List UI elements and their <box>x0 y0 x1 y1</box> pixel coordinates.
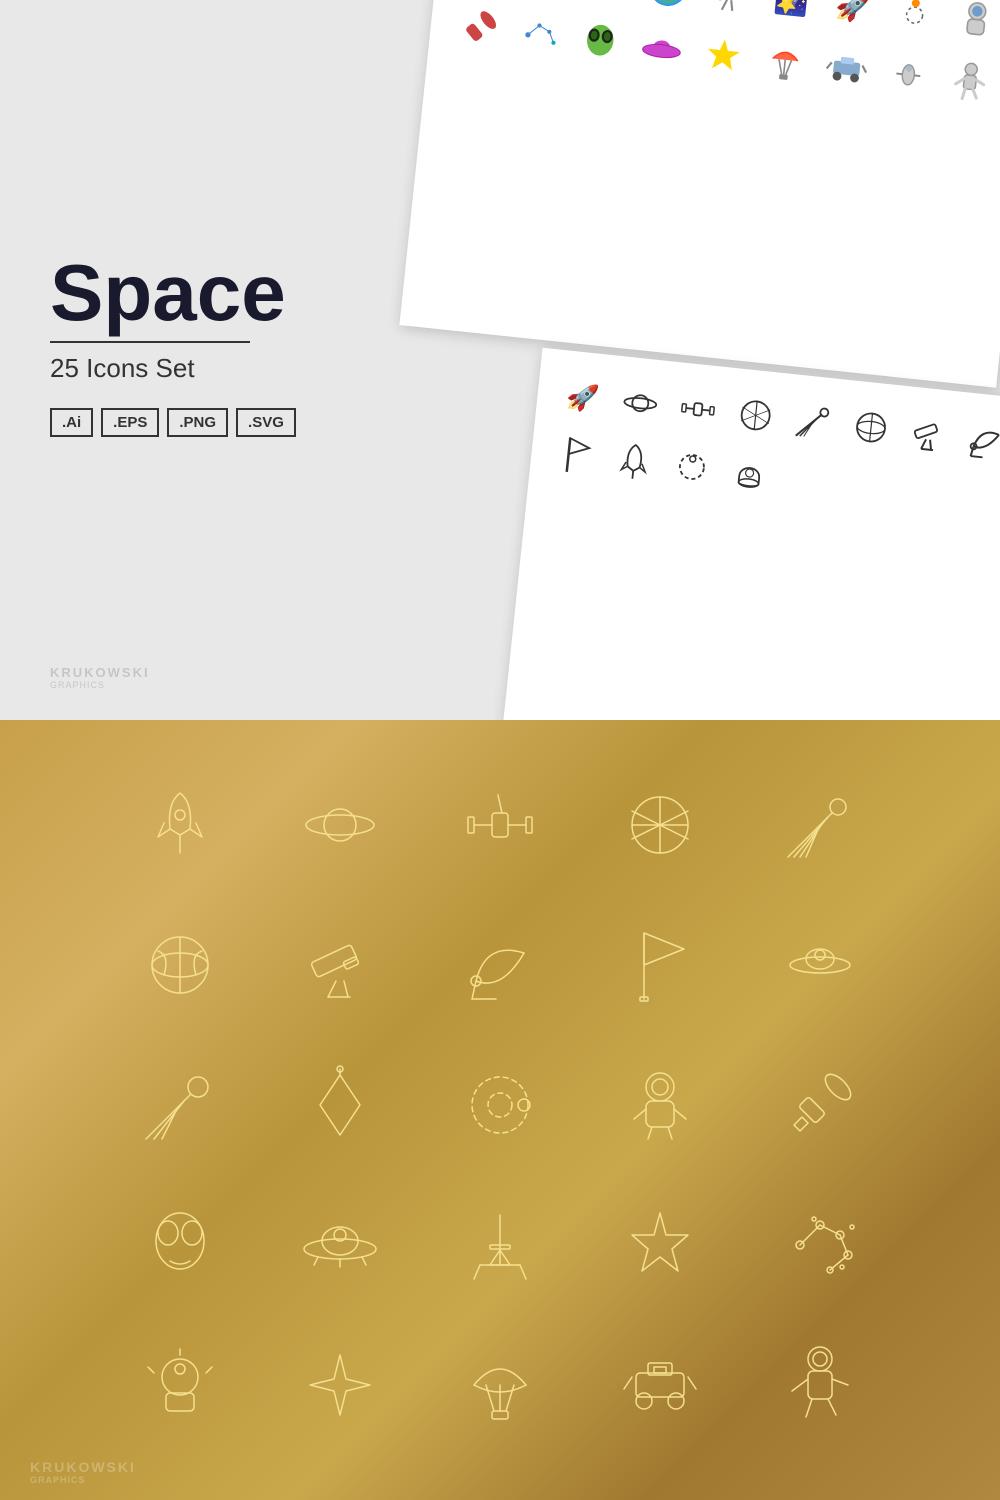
icon-comet: 🌠 <box>763 0 820 29</box>
icon-rocket-colored: 🚀 <box>825 0 882 35</box>
outline-sun-dashed <box>664 440 719 495</box>
icon-constellation <box>510 7 567 64</box>
icon-astronaut-suit <box>948 0 1000 48</box>
icon-astronaut-walk <box>941 53 998 110</box>
format-ai: .Ai <box>50 408 93 437</box>
gold-rocket <box>105 760 255 890</box>
gold-probe2 <box>105 1320 255 1450</box>
format-png: .PNG <box>167 408 228 437</box>
product-title: Space <box>50 253 380 333</box>
outline-rocket2 <box>607 433 662 488</box>
outline-helmet <box>722 446 777 501</box>
gold-ufo2 <box>265 1180 415 1310</box>
outline-rocket: 🚀 <box>555 370 610 425</box>
icon-capsule <box>448 1 505 58</box>
icon-ufo <box>633 20 690 77</box>
format-eps: .EPS <box>101 408 159 437</box>
gold-comet <box>745 760 895 890</box>
watermark-bottom: KRUKOWSKI graphics <box>30 1459 136 1485</box>
icon-probe <box>880 46 937 103</box>
outline-telescope <box>901 406 956 461</box>
gold-constellation <box>745 1180 895 1310</box>
gold-rocket-small <box>745 1040 895 1170</box>
icon-alien <box>571 14 628 71</box>
format-svg: .SVG <box>236 408 296 437</box>
gold-flag <box>585 900 735 1030</box>
icon-sun-star <box>886 0 943 42</box>
gold-earth <box>105 900 255 1030</box>
icon-telescope <box>701 0 758 22</box>
gold-dish <box>425 900 575 1030</box>
gold-satellite <box>425 760 575 890</box>
colored-icons-paper: 🦸 <box>399 0 1000 388</box>
gold-icons-grid <box>105 760 895 1450</box>
outline-saturn <box>613 376 668 431</box>
outline-icons-paper: 🚀 <box>503 348 1000 720</box>
gold-star4 <box>265 1320 415 1450</box>
divider <box>50 341 250 343</box>
gold-astronaut <box>585 1040 735 1170</box>
left-panel: Space 25 Icons Set .Ai .EPS .PNG .SVG KR… <box>0 0 380 720</box>
gold-meteor <box>105 1040 255 1170</box>
outline-comet-streak <box>786 394 841 449</box>
outline-satellite <box>671 382 726 437</box>
gold-astronaut-walk <box>745 1320 895 1450</box>
icon-flag-pole <box>578 0 635 9</box>
gold-telescope <box>265 900 415 1030</box>
gold-sun-system <box>425 1040 575 1170</box>
outline-moon <box>728 388 783 443</box>
icon-earth <box>640 0 697 16</box>
format-badges: .Ai .EPS .PNG .SVG <box>50 408 380 437</box>
outline-earth <box>844 400 899 455</box>
outline-dish <box>959 412 1000 467</box>
gold-probe-antenna <box>265 1040 415 1170</box>
gold-ufo-saturn <box>745 900 895 1030</box>
icon-parachute <box>756 33 813 90</box>
gold-launch-pad <box>425 1180 575 1310</box>
icon-satellite-dish <box>516 0 573 3</box>
top-section: Space 25 Icons Set .Ai .EPS .PNG .SVG KR… <box>0 0 1000 720</box>
gold-parachute <box>425 1320 575 1450</box>
gold-alien <box>105 1180 255 1310</box>
bottom-section: KRUKOWSKI graphics <box>0 720 1000 1500</box>
gold-rover <box>585 1320 735 1450</box>
gold-saturn <box>265 760 415 890</box>
preview-area: 🦸 <box>340 0 1000 720</box>
gold-star-burst <box>585 1180 735 1310</box>
outline-flag <box>549 427 604 482</box>
gold-moon-lines <box>585 760 735 890</box>
watermark-top: KRUKOWSKI graphics <box>50 665 150 690</box>
icon-rover <box>818 40 875 97</box>
icon-star-yellow <box>695 27 752 84</box>
product-subtitle: 25 Icons Set <box>50 353 380 384</box>
